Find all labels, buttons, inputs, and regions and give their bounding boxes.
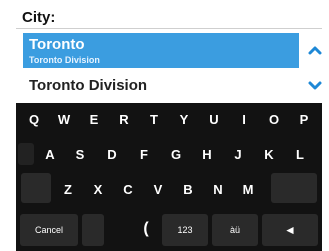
paren-key[interactable]: ( [136,220,156,242]
list-item-selected[interactable]: Toronto Toronto Division [23,33,299,68]
shift-key[interactable] [21,173,51,203]
list-item-title: Toronto Division [29,77,148,94]
key-j[interactable]: J [224,147,252,167]
key-u[interactable]: U [200,112,228,132]
field-label: City: [22,9,56,26]
divider [16,28,322,29]
key-spacer [18,143,34,165]
scroll-down-icon[interactable] [306,78,324,94]
list-item[interactable]: Toronto Division [23,70,299,102]
key-o[interactable]: O [260,112,288,132]
key-t[interactable]: T [140,112,168,132]
key-p[interactable]: P [290,112,318,132]
key-y[interactable]: Y [170,112,198,132]
key-r[interactable]: R [110,112,138,132]
key-b[interactable]: B [176,182,200,202]
scroll-up-icon[interactable] [306,42,324,58]
key-g[interactable]: G [162,147,190,167]
enter-key[interactable]: ◄ [262,214,318,246]
numbers-key[interactable]: 123 [162,214,208,246]
key-l[interactable]: L [286,147,314,167]
key-e[interactable]: E [80,112,108,132]
arrow-left-icon: ◄ [284,223,296,237]
key-q[interactable]: Q [20,112,48,132]
cancel-button[interactable]: Cancel [20,214,78,246]
key-h[interactable]: H [193,147,221,167]
backspace-key[interactable] [271,173,317,203]
key-s[interactable]: S [66,147,94,167]
list-item-title: Toronto [29,36,85,53]
accents-key[interactable]: àü [212,214,258,246]
key-w[interactable]: W [50,112,78,132]
blank-key[interactable] [82,214,104,246]
key-v[interactable]: V [146,182,170,202]
list-item-subtitle: Toronto Division [29,55,100,65]
key-x[interactable]: X [86,182,110,202]
key-d[interactable]: D [98,147,126,167]
onscreen-keyboard: Q W E R T Y U I O P A S D F G H J K L Z … [16,103,322,251]
key-a[interactable]: A [36,147,64,167]
key-f[interactable]: F [130,147,158,167]
key-k[interactable]: K [255,147,283,167]
key-c[interactable]: C [116,182,140,202]
key-m[interactable]: M [236,182,260,202]
key-z[interactable]: Z [56,182,80,202]
key-n[interactable]: N [206,182,230,202]
key-i[interactable]: I [230,112,258,132]
app-frame: City: Toronto Toronto Division Toronto D… [0,0,329,251]
